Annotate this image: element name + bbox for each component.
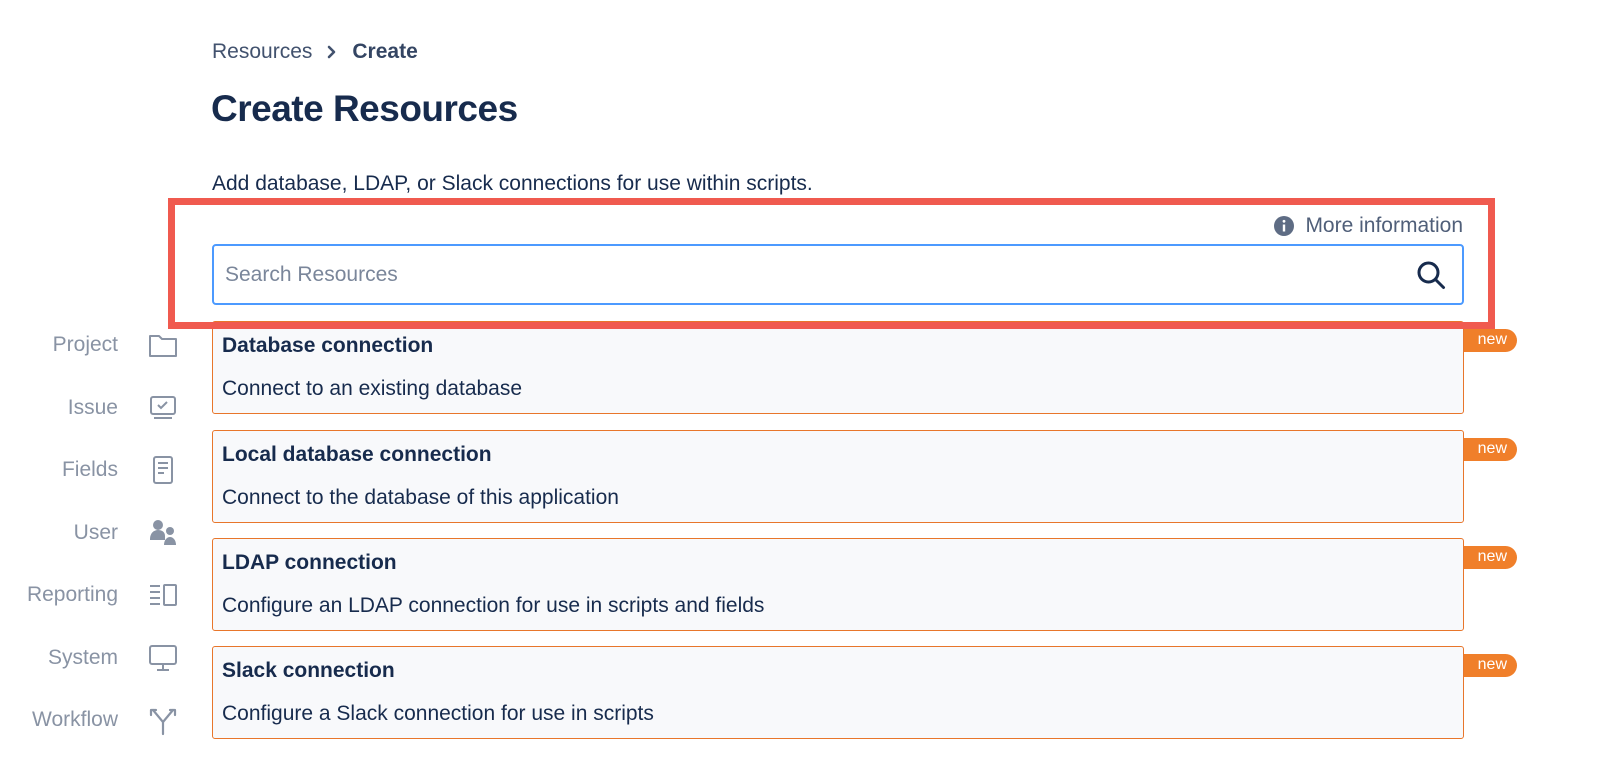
resource-card-description: Connect to the database of this applicat… [222, 486, 619, 509]
breadcrumb: Resources Create [212, 40, 418, 64]
new-badge: new [1463, 654, 1517, 677]
breadcrumb-link-resources[interactable]: Resources [212, 40, 312, 64]
resource-card-description: Configure a Slack connection for use in … [222, 702, 654, 725]
new-badge: new [1463, 546, 1517, 569]
resource-card-ldap[interactable]: LDAP connection Configure an LDAP connec… [212, 538, 1517, 631]
breadcrumb-current: Create [352, 40, 418, 63]
resource-card-title: Local database connection [222, 443, 492, 466]
sidebar-item-project[interactable]: Project [0, 325, 190, 365]
folder-icon [146, 328, 180, 362]
issue-screen-icon [146, 391, 180, 425]
sidebar-item-label: User [73, 521, 118, 544]
page-title: Create Resources [211, 88, 518, 129]
sidebar-item-label: Workflow [32, 708, 118, 731]
users-icon [146, 516, 180, 550]
page: Project Issue Fields User Reporting Syst… [0, 0, 1600, 781]
resource-card-slack[interactable]: Slack connection Configure a Slack conne… [212, 646, 1517, 739]
sidebar-item-user[interactable]: User [0, 513, 190, 553]
resource-card-title: Database connection [222, 334, 434, 357]
highlight-annotation [168, 198, 1495, 329]
chevron-right-icon [326, 45, 338, 59]
sidebar-item-label: Fields [61, 458, 118, 481]
resource-card-local-database[interactable]: Local database connection Connect to the… [212, 430, 1517, 523]
branch-icon [146, 703, 180, 737]
page-description: Add database, LDAP, or Slack connections… [212, 172, 813, 195]
sidebar-item-system[interactable]: System [0, 638, 190, 678]
sidebar-item-reporting[interactable]: Reporting [0, 575, 190, 615]
sidebar-item-issue[interactable]: Issue [0, 388, 190, 428]
new-badge: new [1463, 329, 1517, 352]
resource-card-database[interactable]: Database connection Connect to an existi… [212, 321, 1517, 414]
resource-card-title: Slack connection [222, 659, 395, 682]
resource-card-description: Configure an LDAP connection for use in … [222, 594, 765, 617]
document-icon [146, 453, 180, 487]
sidebar-item-workflow[interactable]: Workflow [0, 700, 190, 740]
resource-card-description: Connect to an existing database [222, 377, 523, 400]
monitor-icon [146, 641, 180, 675]
sidebar-item-label: Project [52, 333, 118, 356]
sidebar-item-fields[interactable]: Fields [0, 450, 190, 490]
sidebar-item-label: System [47, 646, 118, 669]
list-report-icon [146, 578, 180, 612]
new-badge: new [1463, 438, 1517, 461]
sidebar-item-label: Issue [67, 396, 118, 419]
sidebar-item-label: Reporting [26, 583, 118, 606]
resource-card-title: LDAP connection [222, 551, 397, 574]
